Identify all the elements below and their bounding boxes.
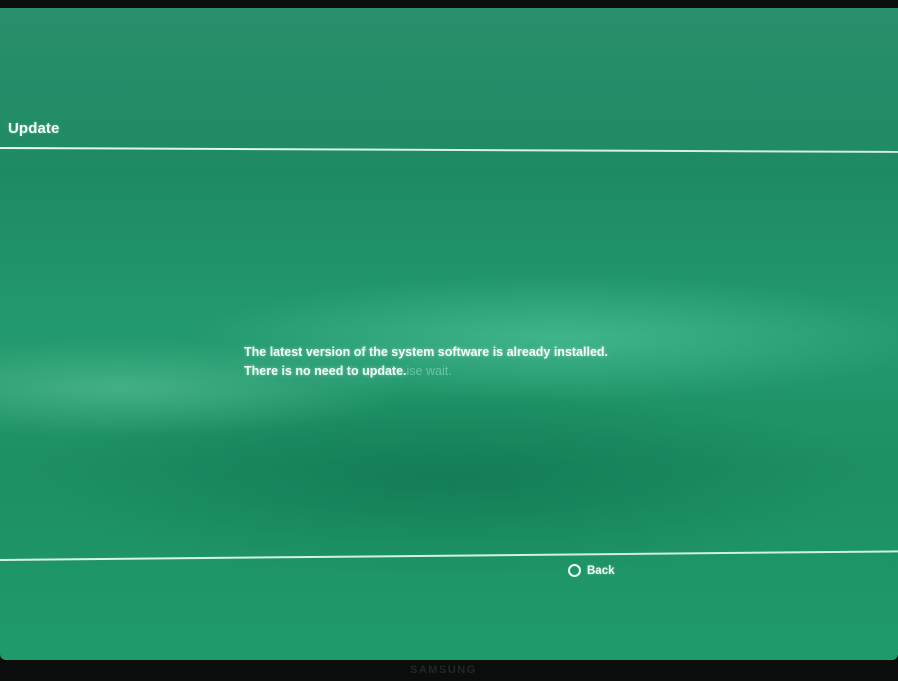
ps3-update-screen: Update The latest version of the system … [0,8,898,660]
tv-brand-logo: SAMSUNG [410,664,477,676]
circle-button-icon [568,564,581,577]
back-button[interactable]: Back [568,564,615,577]
ghosted-previous-text: ise wait. [406,364,452,378]
status-message-line-1: The latest version of the system softwar… [244,345,609,359]
back-button-label: Back [587,564,615,577]
status-message-line-2: There is no need to update.ise wait. [244,362,764,381]
page-title: Update [8,120,60,137]
footer-divider [0,550,898,561]
photo-frame: SAMSUNG Update The latest version of the… [0,0,898,681]
header-divider [0,147,898,153]
status-message-line-2-text: There is no need to update. [244,364,407,378]
status-message: The latest version of the system softwar… [244,343,764,381]
